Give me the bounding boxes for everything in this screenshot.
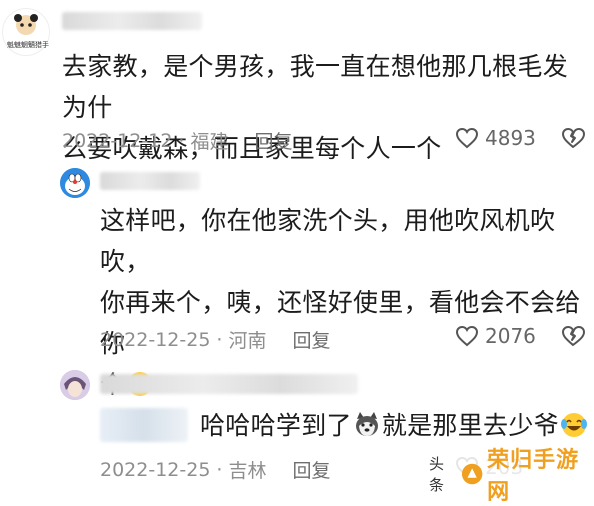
broken-heart-icon <box>562 128 585 148</box>
comment-location: 福建 <box>190 131 229 153</box>
username-blurred[interactable] <box>100 172 200 190</box>
like-button[interactable]: 4893 <box>455 126 536 150</box>
comment-date: 2022-12-25 <box>100 458 211 481</box>
like-button[interactable]: 2076 <box>455 324 536 348</box>
username-blurred[interactable] <box>62 12 202 30</box>
comment-text: 哈哈哈学到了 就是那里去少爷 <box>200 405 590 446</box>
comment-meta: 2022-12-12 · 福建 回复 <box>62 127 293 154</box>
dislike-button[interactable] <box>560 324 586 352</box>
reply-button[interactable]: 回复 <box>292 456 330 483</box>
comment-meta: 2022-12-25 · 吉林 回复 <box>100 456 331 483</box>
avatar[interactable] <box>60 370 90 400</box>
doraemon-avatar-icon <box>60 168 90 198</box>
like-count: 4893 <box>485 126 536 150</box>
heart-icon <box>455 127 479 149</box>
comment-date: 2022-12-25 <box>100 328 211 351</box>
comment-date: 2022-12-12 <box>62 129 173 152</box>
broken-heart-icon <box>562 326 585 346</box>
like-count: 2076 <box>485 324 536 348</box>
watermark: 头条 荣归手游网 <box>425 448 594 505</box>
anime-avatar-icon <box>60 370 90 400</box>
reply-button[interactable]: 回复 <box>292 326 330 353</box>
laughing-crying-emoji-icon <box>560 413 587 437</box>
avatar-brand-text: 魁魅魍魉猎手 <box>7 41 49 49</box>
husky-dog-emoji-icon <box>355 412 378 436</box>
comment-location: 河南 <box>228 330 267 352</box>
reply-button[interactable]: 回复 <box>254 127 292 154</box>
comment-meta: 2022-12-25 · 河南 回复 <box>100 326 331 353</box>
heart-icon <box>455 325 479 347</box>
dislike-button[interactable] <box>560 126 586 154</box>
comment-location: 吉林 <box>228 460 267 482</box>
avatar[interactable] <box>60 168 90 198</box>
mention-blurred[interactable] <box>100 408 188 442</box>
watermark-source: 头条 <box>429 454 445 494</box>
watermark-brand: 荣归手游网 <box>487 447 580 505</box>
watermark-logo-icon <box>461 463 483 484</box>
username-blurred[interactable] <box>100 374 358 394</box>
